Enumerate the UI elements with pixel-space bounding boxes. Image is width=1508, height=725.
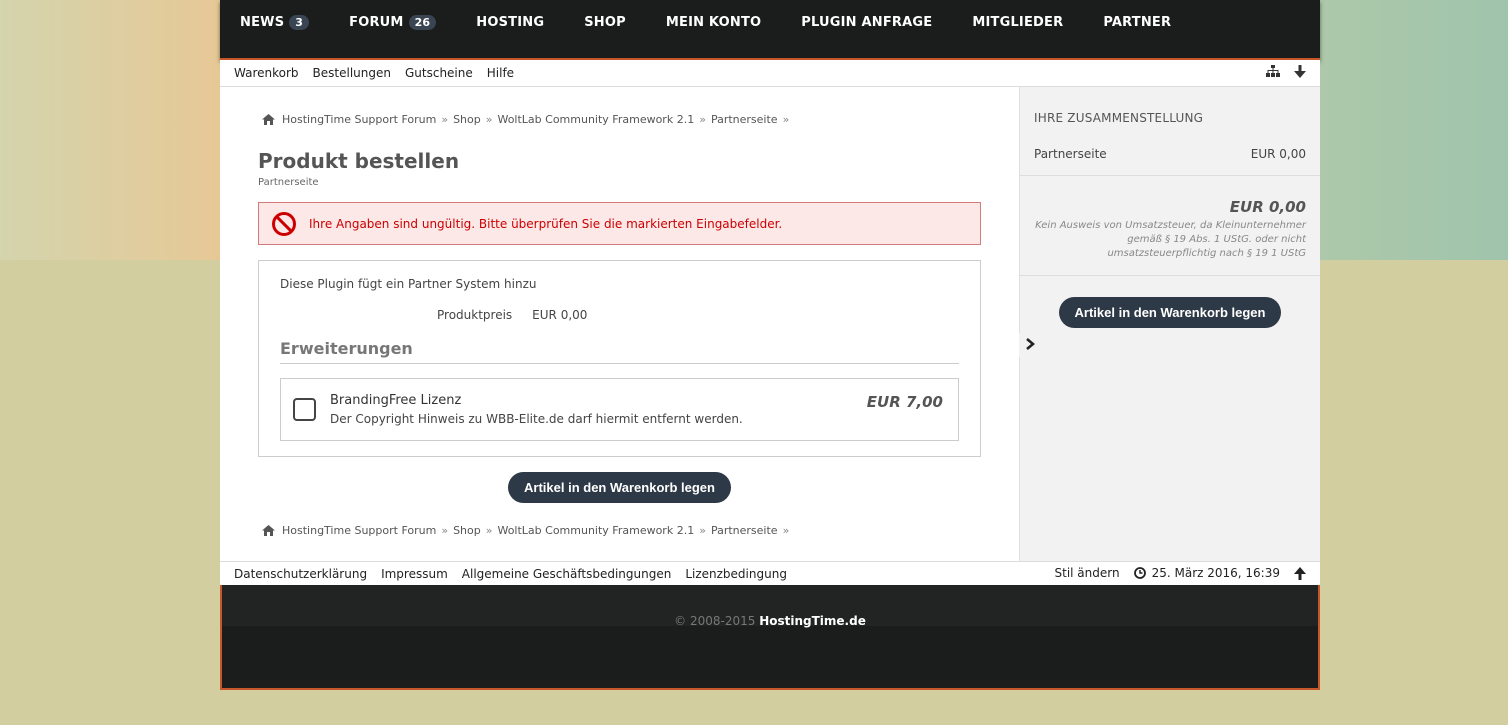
subnav-gutscheine[interactable]: Gutscheine <box>405 66 473 80</box>
breadcrumb-framework[interactable]: WoltLab Community Framework 2.1 <box>497 113 694 126</box>
summary-line: Partnerseite EUR 0,00 <box>1020 125 1320 176</box>
copyright-years: © 2008-2015 <box>674 614 756 628</box>
breadcrumb-partnerseite[interactable]: Partnerseite <box>711 113 778 126</box>
nav-partner[interactable]: PARTNER <box>1103 15 1171 30</box>
subnav-hilfe[interactable]: Hilfe <box>487 66 514 80</box>
breadcrumb-separator: » <box>441 112 449 126</box>
footer-agb[interactable]: Allgemeine Geschäftsbedingungen <box>462 567 672 581</box>
extension-name: BrandingFree Lizenz <box>330 393 462 408</box>
nav-plugin-anfrage[interactable]: PLUGIN ANFRAGE <box>801 15 932 30</box>
sidebar-toggle[interactable] <box>1019 333 1041 357</box>
style-change-link[interactable]: Stil ändern <box>1055 566 1120 580</box>
datetime-text: 25. März 2016, 16:39 <box>1151 566 1280 580</box>
footer-datenschutz[interactable]: Datenschutzerklärung <box>234 567 367 581</box>
site-wrapper: NEWS 3 FORUM 26 HOSTING SHOP MEIN KONTO PL… <box>220 0 1320 690</box>
news-count-badge: 3 <box>289 15 310 30</box>
breadcrumb-separator: » <box>782 112 790 126</box>
no-entry-icon <box>271 211 297 237</box>
page-title: Produkt bestellen <box>258 149 460 173</box>
order-summary-sidebar: IHRE ZUSAMMENSTELLUNG Partnerseite EUR 0… <box>1019 87 1320 561</box>
sitemap-icon[interactable] <box>1266 65 1280 81</box>
extension-option[interactable]: BrandingFree Lizenz Der Copyright Hinwei… <box>280 378 959 441</box>
product-price-value: EUR 0,00 <box>532 308 588 322</box>
clock-icon <box>1133 567 1146 579</box>
nav-forum-label: FORUM <box>349 15 404 30</box>
footer-lizenz[interactable]: Lizenzbedingung <box>685 567 787 581</box>
footer-impressum[interactable]: Impressum <box>381 567 448 581</box>
product-price-label: Produktpreis <box>437 308 513 322</box>
summary-line-label: Partnerseite <box>1034 147 1107 161</box>
arrow-down-icon[interactable] <box>1294 65 1306 81</box>
nav-shop[interactable]: SHOP <box>584 15 626 30</box>
home-icon[interactable] <box>262 113 275 125</box>
arrow-up-icon[interactable] <box>1294 566 1306 580</box>
breadcrumb-separator: » <box>485 523 493 537</box>
nav-mein-konto[interactable]: MEIN KONTO <box>666 15 761 30</box>
summary-heading: IHRE ZUSAMMENSTELLUNG <box>1034 111 1204 125</box>
nav-hosting[interactable]: HOSTING <box>476 15 544 30</box>
error-message: Ihre Angaben sind ungültig. Bitte überpr… <box>258 202 981 245</box>
nav-forum[interactable]: FORUM 26 <box>349 15 437 30</box>
extension-text: BrandingFree Lizenz Der Copyright Hinwei… <box>330 393 743 426</box>
nav-news-label: NEWS <box>240 15 285 30</box>
add-to-cart-button[interactable]: Artikel in den Warenkorb legen <box>508 472 731 503</box>
extensions-heading: Erweiterungen <box>280 339 959 364</box>
summary-line-value: EUR 0,00 <box>1250 147 1306 161</box>
main-navigation: NEWS 3 FORUM 26 HOSTING SHOP MEIN KONTO PL… <box>220 0 1320 60</box>
copyright-site-link[interactable]: HostingTime.de <box>759 614 866 628</box>
extension-checkbox[interactable] <box>293 398 316 421</box>
footer-navigation: Datenschutzerklärung Impressum Allgemein… <box>220 561 1320 585</box>
product-panel: Diese Plugin fügt ein Partner System hin… <box>258 260 981 457</box>
chevron-right-icon <box>1025 337 1036 353</box>
breadcrumb-bottom: HostingTime Support Forum » Shop » WoltL… <box>262 522 981 538</box>
datetime: 25. März 2016, 16:39 <box>1133 566 1280 580</box>
breadcrumb-separator: » <box>441 523 449 537</box>
breadcrumb: HostingTime Support Forum » Shop » WoltL… <box>262 111 981 127</box>
breadcrumb-forum[interactable]: HostingTime Support Forum <box>282 524 436 537</box>
home-icon[interactable] <box>262 524 275 536</box>
extension-info: Der Copyright Hinweis zu WBB-Elite.de da… <box>330 412 743 426</box>
summary-total-value: EUR 0,00 <box>1229 198 1306 216</box>
subnav-icons <box>1266 65 1306 81</box>
error-text: Ihre Angaben sind ungültig. Bitte überpr… <box>309 216 783 231</box>
forum-count-badge: 26 <box>408 15 437 30</box>
sidebar-button-wrap: Artikel in den Warenkorb legen <box>1020 297 1320 328</box>
breadcrumb-separator: » <box>699 523 706 537</box>
footer-right: Stil ändern 25. März 2016, 16:39 <box>1041 566 1306 580</box>
sidebar-add-to-cart-button[interactable]: Artikel in den Warenkorb legen <box>1058 297 1282 328</box>
extension-price: EUR 7,00 <box>866 393 943 411</box>
copyright: © 2008-2015 HostingTime.de <box>222 614 1318 628</box>
product-price-row: Produktpreis EUR 0,00 <box>437 308 959 322</box>
subnav-warenkorb[interactable]: Warenkorb <box>234 66 299 80</box>
product-description: Diese Plugin fügt ein Partner System hin… <box>280 277 537 291</box>
content-area: HostingTime Support Forum » Shop » WoltL… <box>220 87 1320 561</box>
main-column: HostingTime Support Forum » Shop » WoltL… <box>220 87 1041 561</box>
sub-navigation: Warenkorb Bestellungen Gutscheine Hilfe <box>220 60 1320 87</box>
breadcrumb-shop[interactable]: Shop <box>453 524 481 537</box>
breadcrumb-partnerseite[interactable]: Partnerseite <box>711 524 778 537</box>
page-subtitle: Partnerseite <box>258 177 319 188</box>
main-button-wrap: Artikel in den Warenkorb legen <box>258 472 981 503</box>
breadcrumb-forum[interactable]: HostingTime Support Forum <box>282 113 436 126</box>
breadcrumb-separator: » <box>699 112 706 126</box>
summary-total: EUR 0,00 Kein Ausweis von Umsatzsteuer, … <box>1020 176 1320 276</box>
breadcrumb-framework[interactable]: WoltLab Community Framework 2.1 <box>497 524 694 537</box>
nav-news[interactable]: NEWS 3 <box>240 15 310 30</box>
nav-mitglieder[interactable]: MITGLIEDER <box>972 15 1063 30</box>
tax-note: Kein Ausweis von Umsatzsteuer, da Kleinu… <box>1035 220 1306 259</box>
site-footer: © 2008-2015 HostingTime.de <box>220 585 1320 690</box>
breadcrumb-shop[interactable]: Shop <box>453 113 481 126</box>
subnav-bestellungen[interactable]: Bestellungen <box>313 66 391 80</box>
breadcrumb-separator: » <box>782 523 790 537</box>
breadcrumb-separator: » <box>485 112 493 126</box>
